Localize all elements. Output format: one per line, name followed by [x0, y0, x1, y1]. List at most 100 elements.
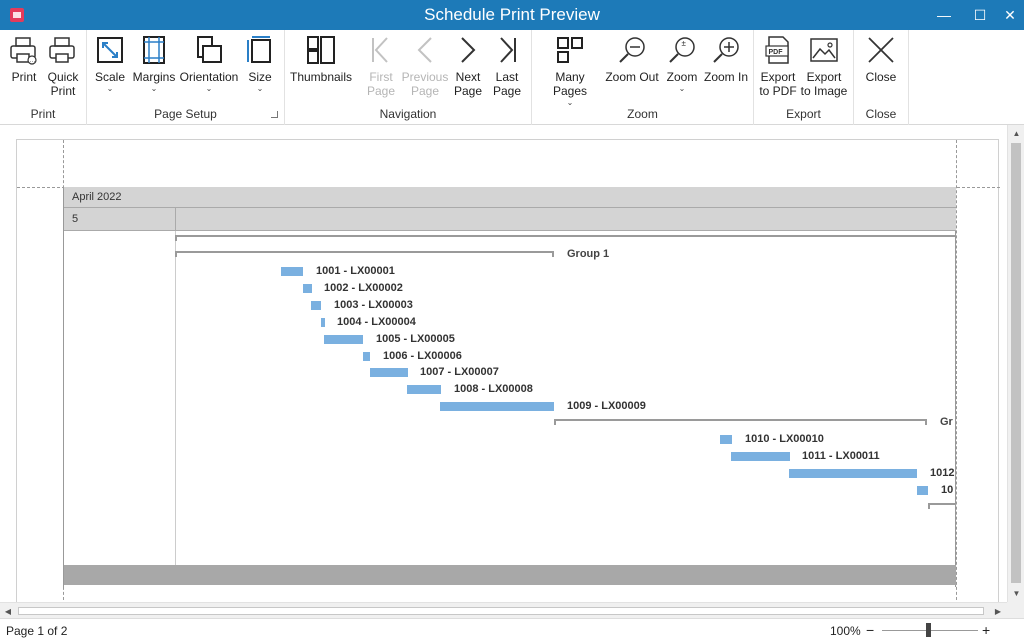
orientation-icon	[197, 36, 222, 63]
orientation-label: Orientation	[179, 70, 239, 84]
scale-label: Scale	[94, 70, 126, 84]
margin-guide-right	[956, 140, 957, 602]
group-bracket	[554, 419, 927, 425]
page-info: Page 1 of 2	[6, 624, 68, 638]
close-icon	[868, 37, 894, 63]
zoom-in-label: Zoom In	[703, 70, 748, 84]
chevron-down-icon: ⌄	[205, 84, 213, 93]
zoom-label: Zoom	[666, 70, 698, 84]
previous-page-button[interactable]: Previous Page	[401, 34, 449, 98]
zoom-increase-button[interactable]: +	[982, 622, 990, 638]
zoom-slider-thumb[interactable]	[926, 623, 931, 637]
task-label: 1003 - LX00003	[334, 299, 413, 311]
month-header: April 2022	[64, 187, 956, 208]
task-bar[interactable]	[281, 267, 303, 276]
zoom-in-button[interactable]: Zoom In	[702, 34, 750, 84]
svg-text:…: …	[30, 58, 36, 64]
status-bar: Page 1 of 2 100% − +	[0, 618, 1024, 641]
zoom-group-label: Zoom	[627, 107, 658, 121]
task-label: 1006 - LX00006	[383, 350, 462, 362]
group-label: Group 1	[567, 248, 610, 260]
task-label: 1009 - LX00009	[567, 400, 646, 412]
close-window-button[interactable]: ✕	[992, 0, 1024, 30]
task-bar[interactable]	[720, 435, 732, 444]
group-bracket	[928, 503, 956, 509]
scrollbar-corner	[1007, 602, 1024, 618]
zoom-value: 100%	[830, 624, 861, 638]
title-bar: Schedule Print Preview — ☐ ✕	[0, 0, 1024, 30]
chevron-down-icon: ⌄	[150, 84, 158, 93]
task-label: 1008 - LX00008	[454, 383, 533, 395]
window-title: Schedule Print Preview	[424, 5, 600, 24]
print-button[interactable]: … Print	[6, 34, 42, 84]
task-bar[interactable]	[321, 318, 325, 327]
scroll-up-icon[interactable]: ▲	[1008, 125, 1024, 142]
chevron-down-icon: ⌄	[678, 84, 686, 93]
task-bar[interactable]	[407, 385, 441, 394]
minimize-button[interactable]: —	[926, 0, 962, 30]
export-image-button[interactable]: Export to Image	[800, 34, 848, 98]
close-preview-button[interactable]: Close	[862, 34, 900, 84]
day-header: 5	[64, 208, 956, 231]
task-label: 1012	[930, 467, 955, 479]
ribbon: … Print Quick Print Print Scale ⌄ Margin…	[0, 30, 1024, 125]
task-bar[interactable]	[917, 486, 928, 495]
thumbnails-icon	[307, 36, 335, 64]
export-pdf-button[interactable]: PDF Export to PDF	[758, 34, 798, 98]
task-label: 1011 - LX00011	[802, 450, 880, 462]
group-label: Gr	[940, 416, 953, 428]
quick-print-button[interactable]: Quick Print	[44, 34, 82, 98]
scroll-right-icon[interactable]: ▶	[990, 603, 1006, 619]
last-page-button[interactable]: Last Page	[489, 34, 525, 98]
scroll-left-icon[interactable]: ◀	[0, 603, 16, 619]
thumbnails-button[interactable]: Thumbnails	[289, 34, 353, 84]
first-page-button[interactable]: First Page	[363, 34, 399, 98]
size-label: Size	[248, 70, 272, 84]
next-page-button[interactable]: Next Page	[450, 34, 486, 98]
scale-button[interactable]: Scale ⌄	[91, 34, 129, 94]
task-bar[interactable]	[311, 301, 321, 310]
task-bar[interactable]	[731, 452, 790, 461]
gantt-schedule: April 2022 5 Group 1 1001 - LX00001 1002…	[63, 187, 956, 587]
task-bar[interactable]	[370, 368, 408, 377]
export-image-label: Export to Image	[800, 70, 848, 98]
zoom-decrease-button[interactable]: −	[866, 622, 874, 638]
export-pdf-label: Export to PDF	[759, 70, 797, 98]
vertical-scroll-thumb[interactable]	[1011, 143, 1021, 583]
day-header-cell: 5	[72, 213, 79, 225]
task-bar[interactable]	[363, 352, 370, 361]
task-bar[interactable]	[440, 402, 554, 411]
svg-text:±: ±	[682, 39, 687, 48]
margins-label: Margins	[132, 70, 176, 84]
last-page-icon	[500, 37, 516, 63]
size-button[interactable]: Size ⌄	[243, 34, 277, 94]
preview-area[interactable]: April 2022 5 Group 1 1001 - LX00001 1002…	[0, 125, 1007, 602]
preview-page: April 2022 5 Group 1 1001 - LX00001 1002…	[16, 139, 1000, 602]
resource-column-separator	[175, 231, 176, 565]
many-pages-icon	[557, 37, 583, 63]
close-preview-label: Close	[865, 70, 897, 84]
page-setup-launcher-icon[interactable]	[271, 111, 278, 118]
zoom-out-button[interactable]: Zoom Out	[604, 34, 660, 84]
margins-button[interactable]: Margins ⌄	[133, 34, 175, 94]
horizontal-scrollbar[interactable]: ◀ ▶	[0, 602, 1007, 618]
task-bar[interactable]	[789, 469, 917, 478]
task-label: 1002 - LX00002	[324, 282, 403, 294]
quick-print-label: Quick Print	[47, 70, 79, 98]
zoom-out-label: Zoom Out	[605, 70, 659, 84]
horizontal-scroll-thumb[interactable]	[18, 607, 984, 615]
previous-page-label: Previous Page	[401, 70, 449, 98]
pdf-icon: PDF	[765, 36, 789, 64]
footer-band	[64, 565, 956, 585]
vertical-scrollbar[interactable]: ▲ ▼	[1007, 125, 1024, 602]
first-page-icon	[372, 37, 388, 63]
orientation-button[interactable]: Orientation ⌄	[179, 34, 239, 94]
print-preview-window: Schedule Print Preview — ☐ ✕ … Print Qui…	[0, 0, 1024, 641]
task-bar[interactable]	[303, 284, 312, 293]
zoom-button[interactable]: ± Zoom ⌄	[662, 34, 702, 94]
scroll-down-icon[interactable]: ▼	[1008, 585, 1024, 602]
many-pages-button[interactable]: Many Pages ⌄	[538, 34, 602, 108]
task-bar[interactable]	[324, 335, 363, 344]
export-group: PDF Export to PDF Export to Image Export	[754, 30, 854, 125]
print-label: Print	[11, 70, 37, 84]
